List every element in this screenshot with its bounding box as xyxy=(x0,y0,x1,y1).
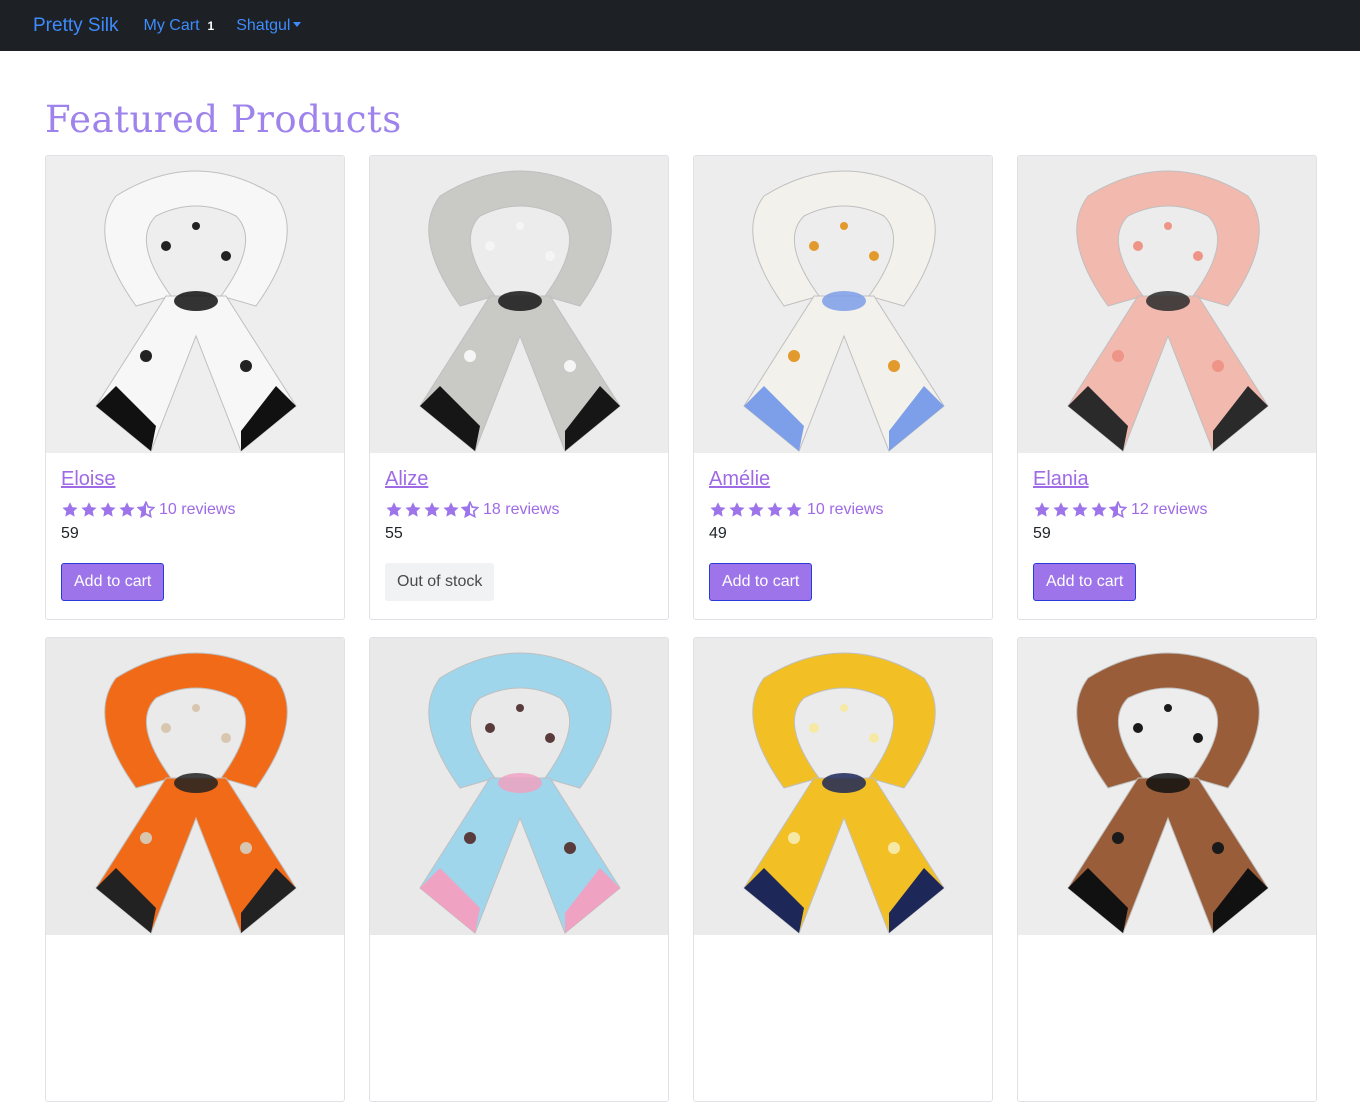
star-icon xyxy=(1091,502,1107,517)
star-half-icon xyxy=(1109,501,1127,519)
my-cart-link[interactable]: My Cart 1 xyxy=(144,17,215,35)
scarf-photo xyxy=(694,638,992,935)
product-card: Eloise 10 reviews 59 Add to cart xyxy=(45,155,345,620)
product-card xyxy=(369,637,669,1102)
star-icon xyxy=(748,502,764,517)
product-card xyxy=(693,637,993,1102)
star-icon xyxy=(386,502,402,517)
reviews-link[interactable]: 10 reviews xyxy=(807,501,883,519)
product-price: 49 xyxy=(709,525,727,542)
star-icon xyxy=(710,502,726,517)
product-card-body: Alize 18 reviews 55 Out of stock xyxy=(370,453,668,601)
product-card xyxy=(45,637,345,1102)
product-image[interactable] xyxy=(46,156,344,453)
product-image[interactable] xyxy=(694,156,992,453)
reviews-link[interactable]: 12 reviews xyxy=(1131,501,1207,519)
product-title-link[interactable]: Amélie xyxy=(709,468,770,491)
star-icon xyxy=(767,502,783,517)
star-half-icon xyxy=(461,501,479,519)
rating-row: 10 reviews xyxy=(61,500,329,520)
product-price: 59 xyxy=(61,525,79,542)
add-to-cart-button[interactable]: Add to cart xyxy=(61,563,165,601)
top-navbar: Pretty Silk My Cart 1 Shatgul xyxy=(0,0,1360,51)
product-card xyxy=(1017,637,1317,1102)
star-icon xyxy=(1072,502,1088,517)
product-grid: Eloise 10 reviews 59 Add to cart Alize 1… xyxy=(45,155,1317,1102)
star-icon xyxy=(729,502,745,517)
scarf-photo xyxy=(46,638,344,935)
add-to-cart-button[interactable]: Add to cart xyxy=(709,563,813,601)
scarf-photo xyxy=(46,156,344,453)
star-icon xyxy=(81,502,97,517)
cart-count-badge: 1 xyxy=(207,18,215,33)
reviews-link[interactable]: 10 reviews xyxy=(159,501,235,519)
star-icon xyxy=(1034,502,1050,517)
star-icon xyxy=(100,502,116,517)
reviews-link[interactable]: 18 reviews xyxy=(483,501,559,519)
star-icon xyxy=(786,502,802,517)
my-cart-label: My Cart xyxy=(143,16,200,34)
scarf-photo xyxy=(694,156,992,453)
caret-down-icon xyxy=(293,22,302,27)
product-image[interactable] xyxy=(370,638,668,935)
product-image[interactable] xyxy=(370,156,668,453)
star-icon xyxy=(405,502,421,517)
star-icon xyxy=(424,502,440,517)
product-image[interactable] xyxy=(46,638,344,935)
star-icon xyxy=(443,502,459,517)
product-card-body: Amélie 10 reviews 49 Add to cart xyxy=(694,453,992,601)
product-title-link[interactable]: Eloise xyxy=(61,468,115,491)
product-title-link[interactable]: Alize xyxy=(385,468,428,491)
product-price: 59 xyxy=(1033,525,1051,542)
rating-row: 18 reviews xyxy=(385,500,653,520)
scarf-photo xyxy=(370,638,668,935)
product-card: Amélie 10 reviews 49 Add to cart xyxy=(693,155,993,620)
product-card-body: Elania 12 reviews 59 Add to cart xyxy=(1018,453,1316,601)
user-dropdown[interactable]: Shatgul xyxy=(236,16,302,35)
scarf-photo xyxy=(370,156,668,453)
star-rating xyxy=(385,501,479,519)
page-title: Featured Products xyxy=(45,98,402,141)
product-title-link[interactable]: Elania xyxy=(1033,468,1089,491)
star-rating xyxy=(61,501,155,519)
product-image[interactable] xyxy=(694,638,992,935)
brand-link[interactable]: Pretty Silk xyxy=(33,15,119,37)
rating-row: 10 reviews xyxy=(709,500,977,520)
add-to-cart-button[interactable]: Add to cart xyxy=(1033,563,1137,601)
star-icon xyxy=(119,502,135,517)
star-rating xyxy=(709,501,803,519)
star-icon xyxy=(1053,502,1069,517)
product-card: Alize 18 reviews 55 Out of stock xyxy=(369,155,669,620)
star-icon xyxy=(62,502,78,517)
product-image[interactable] xyxy=(1018,638,1316,935)
star-rating xyxy=(1033,501,1127,519)
user-name-label: Shatgul xyxy=(236,16,291,34)
product-image[interactable] xyxy=(1018,156,1316,453)
rating-row: 12 reviews xyxy=(1033,500,1301,520)
product-card-body: Eloise 10 reviews 59 Add to cart xyxy=(46,453,344,601)
star-half-icon xyxy=(137,501,155,519)
out-of-stock-button: Out of stock xyxy=(385,563,495,601)
product-card: Elania 12 reviews 59 Add to cart xyxy=(1017,155,1317,620)
scarf-photo xyxy=(1018,638,1316,935)
product-price: 55 xyxy=(385,525,403,542)
scarf-photo xyxy=(1018,156,1316,453)
